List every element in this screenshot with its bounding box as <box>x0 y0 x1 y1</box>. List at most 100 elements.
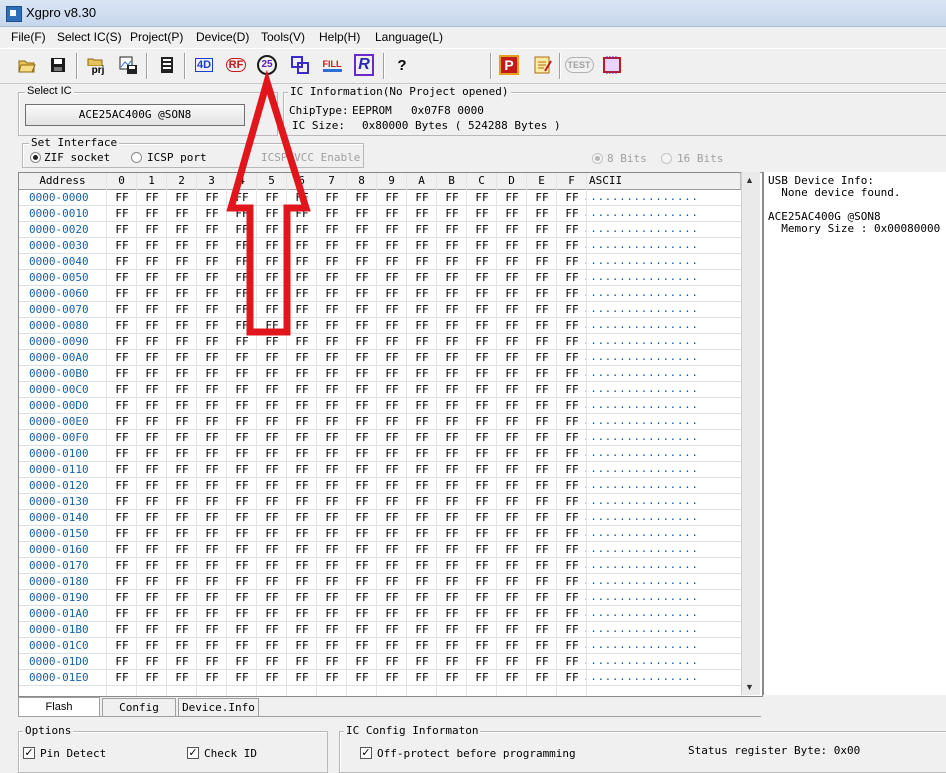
byte-cell[interactable]: FF <box>317 383 347 396</box>
byte-cell[interactable]: FF <box>137 255 167 268</box>
byte-cell[interactable]: FF <box>107 255 137 268</box>
byte-cell[interactable]: FF <box>167 399 197 412</box>
byte-cell[interactable]: FF <box>257 287 287 300</box>
byte-cell[interactable]: FF <box>197 223 227 236</box>
byte-cell[interactable]: FF <box>347 575 377 588</box>
byte-cell[interactable]: FF <box>527 223 557 236</box>
edit-icon[interactable] <box>532 54 554 76</box>
byte-cell[interactable]: FF <box>467 623 497 636</box>
byte-cell[interactable]: FF <box>317 319 347 332</box>
table-row[interactable]: 0000-0120 FF FF FF FF FF FF FF FF FF FF FF FF FF FF FF F… <box>19 478 741 494</box>
byte-cell[interactable]: FF <box>257 463 287 476</box>
byte-cell[interactable]: FF <box>497 591 527 604</box>
byte-cell[interactable]: FF <box>407 527 437 540</box>
byte-cell[interactable]: FF <box>197 399 227 412</box>
byte-cell[interactable]: FF <box>227 543 257 556</box>
byte-cell[interactable]: FF <box>167 511 197 524</box>
byte-cell[interactable]: FF <box>497 447 527 460</box>
byte-cell[interactable]: FF <box>227 415 257 428</box>
byte-cell[interactable]: FF <box>527 607 557 620</box>
byte-cell[interactable]: FF <box>257 335 287 348</box>
byte-cell[interactable]: FF <box>107 591 137 604</box>
byte-cell[interactable]: FF <box>347 495 377 508</box>
byte-cell[interactable]: FF <box>317 271 347 284</box>
byte-cell[interactable]: FF <box>227 655 257 668</box>
byte-cell[interactable]: FF <box>437 383 467 396</box>
byte-cell[interactable]: FF <box>527 351 557 364</box>
byte-cell[interactable]: FF <box>467 255 497 268</box>
byte-cell[interactable]: FF <box>257 367 287 380</box>
byte-cell[interactable]: FF <box>227 303 257 316</box>
byte-cell[interactable]: FF <box>257 671 287 684</box>
byte-cell[interactable]: FF <box>317 591 347 604</box>
byte-cell[interactable]: FF <box>407 543 437 556</box>
table-row[interactable]: 0000-00F0 FF FF FF FF FF FF FF FF FF FF FF FF FF FF FF F… <box>19 430 741 446</box>
byte-cell[interactable]: FF <box>257 575 287 588</box>
byte-cell[interactable]: FF <box>317 463 347 476</box>
byte-cell[interactable]: FF <box>197 671 227 684</box>
byte-cell[interactable]: FF <box>287 223 317 236</box>
byte-cell[interactable]: FF <box>527 639 557 652</box>
table-row[interactable]: 0000-00E0 FF FF FF FF FF FF FF FF FF FF FF FF FF FF FF F… <box>19 414 741 430</box>
byte-cell[interactable]: FF <box>497 559 527 572</box>
check-id-checkbox[interactable]: ✓ <box>187 747 199 759</box>
byte-cell[interactable]: FF <box>467 479 497 492</box>
byte-cell[interactable]: FF <box>407 351 437 364</box>
byte-cell[interactable]: FF <box>257 527 287 540</box>
byte-cell[interactable]: FF <box>437 335 467 348</box>
hex-grid[interactable]: Address 0 1 2 3 4 5 6 7 8 9 A B C D E F ASCII 0000-0000 FF… <box>18 172 763 697</box>
byte-cell[interactable]: FF <box>437 319 467 332</box>
byte-cell[interactable]: FF <box>197 655 227 668</box>
byte-cell[interactable]: FF <box>377 303 407 316</box>
byte-cell[interactable]: FF <box>287 255 317 268</box>
byte-cell[interactable]: FF <box>377 255 407 268</box>
menu-project[interactable]: Project(P) <box>130 30 183 44</box>
byte-cell[interactable]: FF <box>227 367 257 380</box>
byte-cell[interactable]: FF <box>167 671 197 684</box>
menu-language[interactable]: Language(L) <box>375 30 443 44</box>
byte-cell[interactable]: FF <box>527 559 557 572</box>
table-row[interactable]: 0000-00D0 FF FF FF FF FF FF FF FF FF FF FF FF FF FF FF F… <box>19 398 741 414</box>
byte-cell[interactable]: FF <box>347 527 377 540</box>
byte-cell[interactable]: FF <box>197 527 227 540</box>
byte-cell[interactable]: FF <box>497 415 527 428</box>
byte-cell[interactable]: FF <box>137 527 167 540</box>
byte-cell[interactable]: FF <box>497 671 527 684</box>
byte-cell[interactable]: FF <box>497 319 527 332</box>
table-row[interactable]: 0000-0150 FF FF FF FF FF FF FF FF FF FF FF FF FF FF FF F… <box>19 526 741 542</box>
byte-cell[interactable]: FF <box>227 575 257 588</box>
byte-cell[interactable]: FF <box>287 527 317 540</box>
byte-cell[interactable]: FF <box>257 399 287 412</box>
help-icon[interactable]: ? <box>391 54 413 76</box>
byte-cell[interactable]: FF <box>287 671 317 684</box>
byte-cell[interactable]: FF <box>347 463 377 476</box>
byte-cell[interactable]: FF <box>257 511 287 524</box>
byte-cell[interactable]: FF <box>227 351 257 364</box>
byte-cell[interactable]: FF <box>257 495 287 508</box>
byte-cell[interactable]: FF <box>527 399 557 412</box>
byte-cell[interactable]: FF <box>467 559 497 572</box>
byte-cell[interactable]: FF <box>227 447 257 460</box>
byte-cell[interactable]: FF <box>437 543 467 556</box>
byte-cell[interactable]: FF <box>197 623 227 636</box>
byte-cell[interactable]: FF <box>317 255 347 268</box>
table-row[interactable]: 0000-0080 FF FF FF FF FF FF FF FF FF FF FF FF FF FF FF F… <box>19 318 741 334</box>
byte-cell[interactable]: FF <box>107 655 137 668</box>
byte-cell[interactable]: FF <box>497 383 527 396</box>
byte-cell[interactable]: FF <box>377 639 407 652</box>
byte-cell[interactable]: FF <box>437 351 467 364</box>
byte-cell[interactable]: FF <box>407 415 437 428</box>
byte-cell[interactable]: FF <box>287 623 317 636</box>
byte-cell[interactable]: FF <box>167 575 197 588</box>
byte-cell[interactable]: FF <box>407 655 437 668</box>
byte-cell[interactable]: FF <box>107 239 137 252</box>
byte-cell[interactable]: FF <box>227 207 257 220</box>
byte-cell[interactable]: FF <box>347 303 377 316</box>
byte-cell[interactable]: FF <box>107 607 137 620</box>
byte-cell[interactable]: FF <box>167 367 197 380</box>
byte-cell[interactable]: FF <box>257 255 287 268</box>
byte-cell[interactable]: FF <box>287 543 317 556</box>
menu-help[interactable]: Help(H) <box>319 30 360 44</box>
byte-cell[interactable]: FF <box>137 543 167 556</box>
byte-cell[interactable]: FF <box>437 463 467 476</box>
